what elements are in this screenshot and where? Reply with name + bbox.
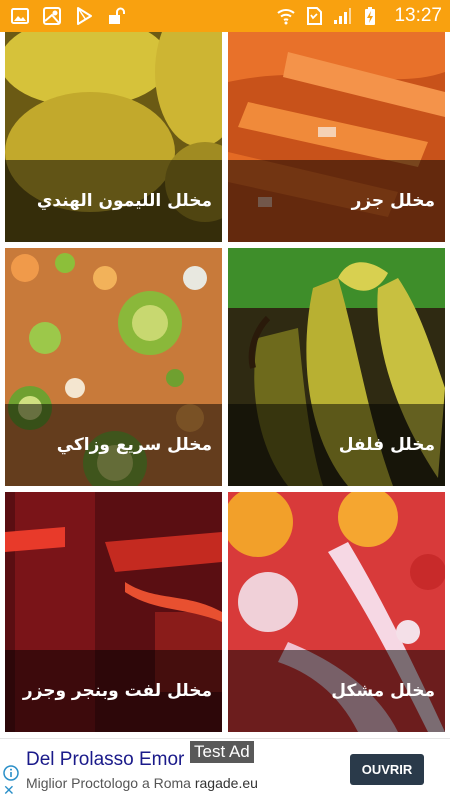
recipe-card-turnip-beet-carrot[interactable]: مخلل لفت وبنجر وجزر [5, 492, 222, 732]
recipe-caption: مخلل الليمون الهندي [5, 160, 222, 242]
signal-icon [334, 8, 352, 24]
recipe-title: مخلل الليمون الهندي [36, 191, 212, 211]
status-left-icons [10, 6, 126, 26]
map-icon [43, 7, 61, 25]
recipe-card-quick-mixed[interactable]: مخلل سريع وزاكي [5, 248, 222, 486]
unlock-icon [109, 7, 125, 24]
recipe-grid: مخلل جزر مخلل الليمون الهندي مخلل فلفل م… [0, 32, 450, 738]
recipe-title: مخلل سريع وزاكي [56, 435, 212, 455]
ad-domain: ragade.eu [194, 775, 258, 791]
battery-charging-icon [365, 7, 376, 25]
sim-icon [307, 7, 323, 25]
recipe-caption: مخلل مشكل [228, 650, 445, 732]
ad-info-icon[interactable] [3, 765, 19, 781]
wifi-icon [277, 9, 296, 25]
ad-subtitle: Miglior Proctologo a Roma [26, 775, 191, 791]
recipe-caption: مخلل جزر [228, 160, 445, 242]
image-icon [11, 8, 29, 24]
ad-banner[interactable]: Del Prolasso Emor Test Ad Miglior Procto… [0, 738, 450, 800]
ad-title[interactable]: Del Prolasso Emor [26, 749, 184, 771]
recipe-title: مخلل جزر [351, 191, 435, 211]
recipe-caption: مخلل لفت وبنجر وجزر [5, 650, 222, 732]
test-ad-badge: Test Ad [190, 741, 254, 763]
recipe-title: مخلل مشكل [331, 681, 435, 701]
recipe-card-indian-lemon[interactable]: مخلل الليمون الهندي [5, 32, 222, 242]
status-right-icons: 13:27 [276, 5, 442, 27]
recipe-title: مخلل فلفل [338, 435, 435, 455]
recipe-card-carrots[interactable]: مخلل جزر [228, 32, 445, 242]
ad-subtitle-row: Miglior Proctologo a Roma ragade.eu [26, 775, 258, 791]
status-bar: 13:27 [0, 0, 450, 32]
recipe-caption: مخلل فلفل [228, 404, 445, 486]
clock: 13:27 [394, 5, 442, 26]
recipe-card-mixed-pickle[interactable]: مخلل مشكل [228, 492, 445, 732]
ad-open-button[interactable]: OUVRIR [350, 754, 424, 785]
recipe-caption: مخلل سريع وزاكي [5, 404, 222, 486]
recipe-title: مخلل لفت وبنجر وجزر [22, 681, 212, 701]
play-store-icon [77, 7, 92, 25]
recipe-card-peppers[interactable]: مخلل فلفل [228, 248, 445, 486]
ad-close-icon[interactable]: ✕ [3, 783, 15, 799]
